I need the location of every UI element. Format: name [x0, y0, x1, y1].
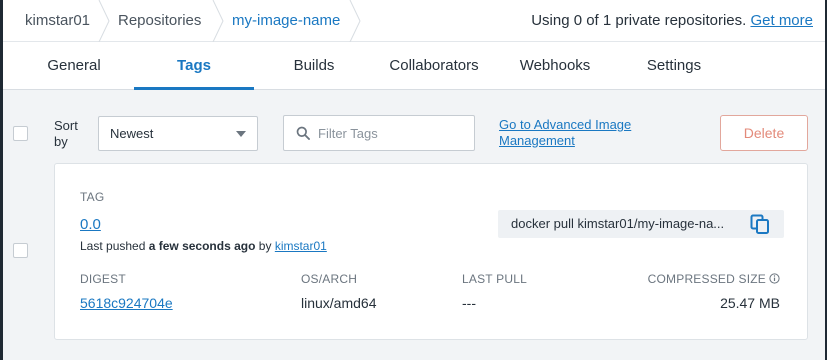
- tag-card: TAG 0.0 Last pushed a few seconds ago by…: [54, 163, 808, 340]
- filter-tags-field[interactable]: [283, 115, 475, 151]
- pushed-by: by: [258, 239, 272, 253]
- compressed-size-column-header: COMPRESSED SIZE: [648, 272, 780, 286]
- breadcrumb-item-namespace[interactable]: kimstar01: [25, 0, 90, 42]
- filter-tags-input[interactable]: [318, 116, 468, 150]
- tag-column-header: TAG: [80, 190, 105, 204]
- private-repos-info: Using 0 of 1 private repositories. Get m…: [531, 0, 813, 42]
- tab-settings[interactable]: Settings: [629, 42, 719, 90]
- docker-pull-command: docker pull kimstar01/my-image-na...: [498, 210, 784, 238]
- get-more-link[interactable]: Get more: [750, 12, 813, 29]
- last-pushed-info: Last pushed a few seconds ago by kimstar…: [80, 239, 327, 253]
- last-pull-column-header: LAST PULL: [462, 272, 527, 286]
- tab-tags[interactable]: Tags: [134, 42, 254, 90]
- sort-select-value: Newest: [110, 126, 154, 141]
- sort-by-label: Sort by: [54, 118, 94, 150]
- pushed-time: a few seconds ago: [148, 239, 256, 253]
- advanced-link-line2: Management: [499, 133, 575, 148]
- last-pull-value: ---: [462, 295, 476, 311]
- compressed-size-value: 25.47 MB: [720, 295, 780, 311]
- caret-down-icon: [236, 131, 246, 137]
- tab-builds[interactable]: Builds: [269, 42, 359, 90]
- pushed-prefix: Last pushed: [80, 239, 146, 253]
- breadcrumb-separator: [98, 0, 110, 42]
- advanced-link-line1: Go to Advanced Image: [499, 117, 632, 132]
- sort-label-line2: by: [54, 134, 68, 149]
- tab-bar: General Tags Builds Collaborators Webhoo…: [3, 42, 825, 90]
- copy-icon[interactable]: [749, 213, 771, 235]
- os-arch-value: linux/amd64: [301, 295, 377, 311]
- digest-link[interactable]: 5618c924704e: [80, 295, 173, 311]
- os-arch-column-header: OS/ARCH: [301, 272, 358, 286]
- info-icon[interactable]: [769, 273, 780, 284]
- tab-collaborators[interactable]: Collaborators: [384, 42, 484, 90]
- tab-webhooks[interactable]: Webhooks: [510, 42, 600, 90]
- compressed-size-label: COMPRESSED SIZE: [647, 272, 766, 286]
- search-icon: [296, 126, 310, 140]
- advanced-image-management-link[interactable]: Go to Advanced Image Management: [499, 117, 669, 149]
- header-bar: kimstar01 Repositories my-image-name Usi…: [3, 0, 825, 42]
- breadcrumb-item-repositories[interactable]: Repositories: [118, 0, 201, 42]
- delete-button[interactable]: Delete: [720, 115, 808, 151]
- pull-command-text: docker pull kimstar01/my-image-na...: [511, 216, 725, 231]
- tab-general[interactable]: General: [28, 42, 120, 90]
- digest-column-header: DIGEST: [80, 272, 126, 286]
- sort-label-line1: Sort: [54, 118, 78, 133]
- active-tab-indicator: [134, 87, 254, 90]
- breadcrumb-separator: [349, 0, 361, 42]
- tag-row-checkbox[interactable]: [13, 243, 28, 258]
- tag-name-link[interactable]: 0.0: [80, 216, 101, 233]
- private-repos-text: Using 0 of 1 private repositories.: [531, 12, 747, 29]
- pushed-user-link[interactable]: kimstar01: [275, 239, 327, 253]
- select-all-checkbox[interactable]: [13, 126, 28, 141]
- breadcrumb-separator: [212, 0, 224, 42]
- breadcrumb-item-repo[interactable]: my-image-name: [232, 0, 340, 42]
- sort-select[interactable]: Newest: [98, 116, 258, 151]
